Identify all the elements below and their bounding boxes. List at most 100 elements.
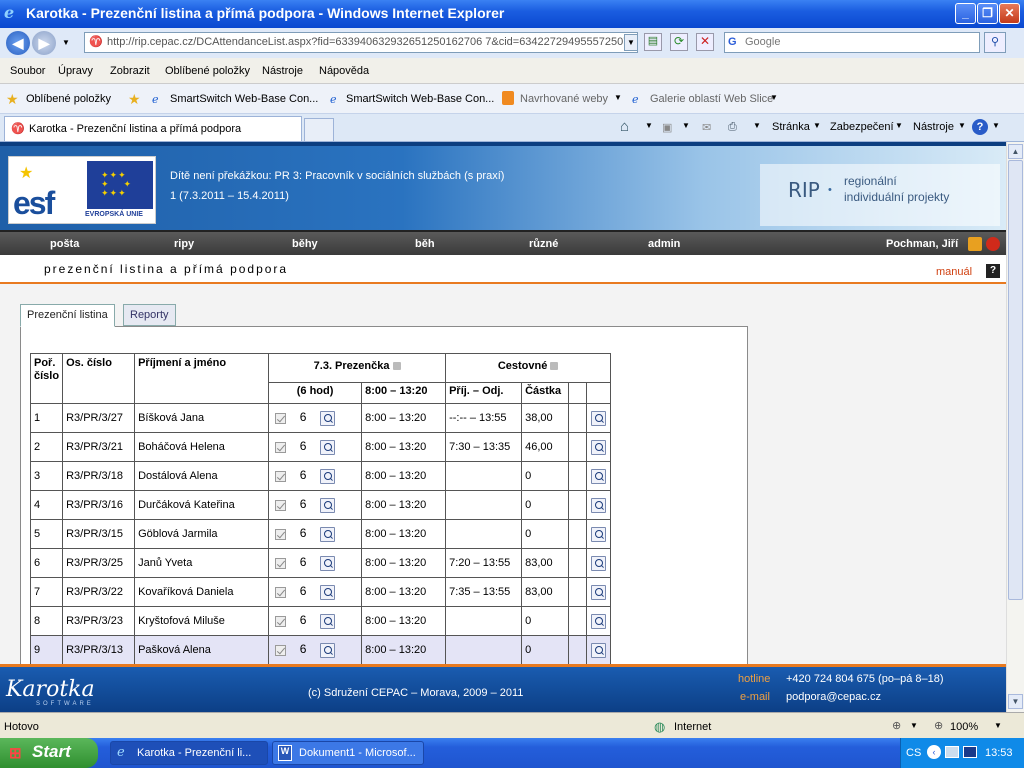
detail-search-icon[interactable] [320,439,336,455]
page-menu[interactable]: Stránka [772,121,810,133]
nav-posta[interactable]: pošta [50,238,79,250]
detail-search-icon[interactable] [320,642,336,658]
travel-detail-icon[interactable] [591,613,607,629]
display-icon[interactable] [963,746,977,758]
fav-link-smartswitch-1[interactable]: SmartSwitch Web-Base Con... [170,93,318,105]
tray-expand-icon[interactable]: ‹ [927,745,941,759]
manual-link[interactable]: manuál [936,266,972,278]
vertical-scrollbar[interactable]: ▲ ▼ [1006,142,1024,712]
attendance-checkbox[interactable] [275,586,287,598]
fav-link-suggested[interactable]: Navrhované weby [520,93,608,105]
menu-view[interactable]: Zobrazit [110,65,150,77]
detail-search-icon[interactable] [320,555,336,571]
feeds-icon[interactable]: ▣ [662,121,672,134]
nav-ripy[interactable]: ripy [174,238,194,250]
user-settings-icon[interactable] [968,237,982,251]
chevron-down-icon[interactable]: ▼ [645,121,653,130]
back-button[interactable]: ◀ [6,31,30,55]
menu-help[interactable]: Nápověda [319,65,369,77]
detail-search-icon[interactable] [320,410,336,426]
chevron-down-icon[interactable]: ▼ [992,121,1000,130]
scroll-down-icon[interactable]: ▼ [1008,694,1023,709]
tab-reports[interactable]: Reporty [123,304,176,326]
tools-menu[interactable]: Nástroje [913,121,954,133]
compatibility-icon[interactable]: ▤ [644,33,662,51]
tab-attendance[interactable]: Prezenční listina [20,304,115,327]
zoom-icon[interactable]: ⊕ [934,719,943,732]
travel-detail-icon[interactable] [591,642,607,658]
attendance-checkbox[interactable] [275,528,287,540]
home-icon[interactable]: ⌂ [620,118,629,135]
fav-link-webslice[interactable]: Galerie oblastí Web Slice [650,93,773,105]
zoom-level[interactable]: 100% [950,721,978,733]
email-link[interactable]: podpora@cepac.cz [786,691,881,703]
travel-detail-icon[interactable] [591,468,607,484]
nav-beh[interactable]: běh [415,238,435,250]
travel-detail-icon[interactable] [591,555,607,571]
detail-search-icon[interactable] [320,497,336,513]
detail-search-icon[interactable] [320,613,336,629]
address-dropdown-icon[interactable]: ▼ [624,34,638,51]
chevron-down-icon[interactable]: ▼ [958,121,966,130]
maximize-button[interactable]: ❐ [977,3,998,24]
chevron-down-icon[interactable]: ▼ [813,121,821,130]
attendance-checkbox[interactable] [275,615,287,627]
chevron-down-icon[interactable]: ▼ [994,721,1002,730]
nav-behy[interactable]: běhy [292,238,318,250]
lock-icon[interactable] [392,362,401,371]
protected-mode-icon[interactable]: ⊕ [892,719,901,732]
detail-search-icon[interactable] [320,526,336,542]
fav-link-smartswitch-2[interactable]: SmartSwitch Web-Base Con... [346,93,494,105]
help-icon[interactable]: ? [972,119,988,135]
chevron-down-icon[interactable]: ▼ [682,121,690,130]
detail-search-icon[interactable] [320,584,336,600]
browser-tab-active[interactable]: ♈ Karotka - Prezenční listina a přímá po… [4,116,302,141]
network-icon[interactable] [945,746,959,758]
address-bar[interactable]: ♈ http://rip.cepac.cz/DCAttendanceList.a… [84,32,638,53]
travel-detail-icon[interactable] [591,526,607,542]
menu-favorites[interactable]: Oblíbené položky [165,65,250,77]
taskbar-item-word[interactable]: W Dokument1 - Microsof... [272,741,424,765]
help-icon[interactable]: ? [986,264,1000,278]
travel-detail-icon[interactable] [591,584,607,600]
attendance-checkbox[interactable] [275,644,287,656]
new-tab-button[interactable] [304,118,334,141]
travel-detail-icon[interactable] [591,497,607,513]
scroll-thumb[interactable] [1008,160,1023,600]
nav-admin[interactable]: admin [648,238,680,250]
lock-icon[interactable] [550,362,559,371]
chevron-down-icon[interactable]: ▼ [770,93,778,102]
attendance-checkbox[interactable] [275,499,287,511]
refresh-icon[interactable]: ⟳ [670,33,688,51]
favorites-button[interactable]: Oblíbené položky [26,93,111,105]
chevron-down-icon[interactable]: ▼ [910,721,918,730]
minimize-button[interactable]: _ [955,3,976,24]
chevron-down-icon[interactable]: ▼ [753,121,761,130]
menu-edit[interactable]: Úpravy [58,65,93,77]
security-menu[interactable]: Zabezpečení [830,121,894,133]
forward-button[interactable]: ▶ [32,31,56,55]
menu-file[interactable]: Soubor [10,65,45,77]
nav-ruzne[interactable]: různé [529,238,558,250]
detail-search-icon[interactable] [320,468,336,484]
add-favorite-icon[interactable]: ★ [128,91,141,108]
close-button[interactable]: ✕ [999,3,1020,24]
travel-detail-icon[interactable] [591,410,607,426]
search-input[interactable]: G Google [724,32,980,53]
chevron-down-icon[interactable]: ▼ [614,93,622,102]
attendance-checkbox[interactable] [275,412,287,424]
chevron-down-icon[interactable]: ▼ [895,121,903,130]
taskbar-item-ie[interactable]: e Karotka - Prezenční li... [110,741,268,765]
attendance-checkbox[interactable] [275,441,287,453]
print-icon[interactable]: ⎙ [728,121,737,134]
stop-icon[interactable]: ✕ [696,33,714,51]
read-mail-icon[interactable]: ✉ [702,121,711,134]
search-button[interactable]: ⚲ [984,32,1006,53]
start-button[interactable]: ⊞ Start [0,738,98,768]
menu-tools[interactable]: Nástroje [262,65,303,77]
attendance-checkbox[interactable] [275,557,287,569]
language-indicator[interactable]: CS [906,747,921,759]
history-dropdown-icon[interactable]: ▼ [62,38,70,47]
logout-icon[interactable] [986,237,1000,251]
travel-detail-icon[interactable] [591,439,607,455]
